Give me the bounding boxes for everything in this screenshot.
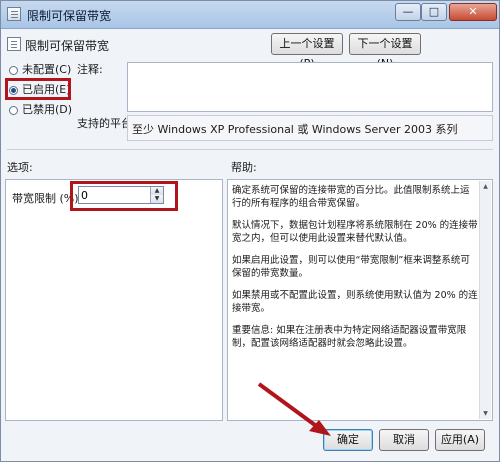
policy-dialog: 限制可保留带宽 — □ ✕ 限制可保留带宽 上一个设置(P) 下一个设置(N) … (0, 0, 500, 462)
maximize-button[interactable]: □ (421, 3, 447, 21)
title-bar: 限制可保留带宽 — □ ✕ (1, 1, 499, 29)
policy-icon (7, 7, 21, 21)
arrow-shaft (257, 382, 321, 430)
close-button[interactable]: ✕ (449, 3, 497, 21)
red-arrow-annotation (257, 382, 331, 436)
dialog-body: 限制可保留带宽 上一个设置(P) 下一个设置(N) 未配置(C) 已启用(E) … (1, 29, 499, 461)
window-title: 限制可保留带宽 (27, 9, 112, 23)
minimize-button[interactable]: — (395, 3, 421, 21)
